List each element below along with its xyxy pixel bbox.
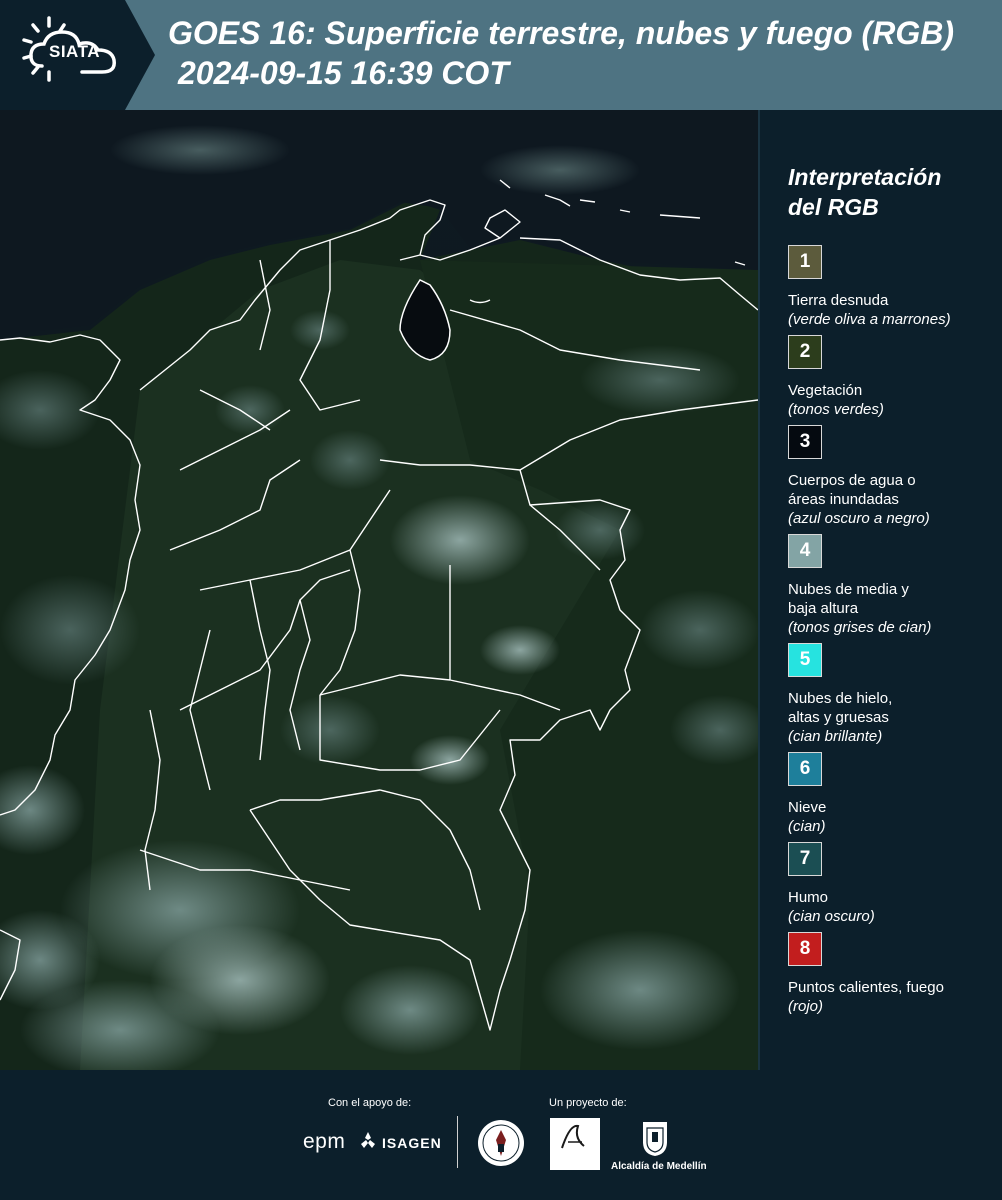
legend-item-label: Tierra desnuda <box>788 292 889 309</box>
legend-item-bare-soil: 1 Tierra desnuda (verde oliva a marrones… <box>788 245 998 329</box>
legend-swatch: 2 <box>788 335 822 369</box>
legend-item-sub: (cian brillante) <box>788 728 883 745</box>
legend-title-line2: del RGB <box>788 194 879 220</box>
legend-item-smoke: 7 Humo (cian oscuro) <box>788 842 998 926</box>
legend-swatch: 6 <box>788 752 822 786</box>
legend-item-sub: (azul oscuro a negro) <box>788 510 930 527</box>
legend-item-label: Nubes de media y <box>788 581 909 598</box>
legend-item-fire: 8 Puntos calientes, fuego (rojo) <box>788 932 998 1016</box>
legend-item-water: 3 Cuerpos de agua o áreas inundadas (azu… <box>788 425 998 528</box>
project-label: Un proyecto de: <box>549 1097 627 1109</box>
legend-item-label-2: áreas inundadas <box>788 491 899 508</box>
legend-item-label: Nieve <box>788 799 827 816</box>
area-metropolitana-logo <box>550 1118 600 1170</box>
legend-item-label: Puntos calientes, fuego <box>788 979 944 996</box>
legend-item-label: Nubes de hielo, <box>788 690 893 707</box>
page-datetime: 2024-09-15 16:39 COT <box>178 55 509 91</box>
legend-item-ice-clouds: 5 Nubes de hielo, altas y gruesas (cian … <box>788 643 998 746</box>
legend-title: Interpretación del RGB <box>788 162 988 222</box>
legend-item-sub: (verde oliva a marrones) <box>788 311 951 328</box>
isagen-icon <box>361 1132 375 1148</box>
legend-item-sub: (tonos grises de cian) <box>788 619 932 636</box>
legend-swatch: 5 <box>788 643 822 677</box>
legend-item-label: Humo <box>788 889 829 906</box>
legend-item-low-clouds: 4 Nubes de media y baja altura (tonos gr… <box>788 534 998 637</box>
legend-item-snow: 6 Nieve (cian) <box>788 752 998 836</box>
footer: Con el apoyo de: Un proyecto de: epm ISA… <box>0 1070 1002 1200</box>
logo-text: SIATA <box>49 42 100 61</box>
epm-logo: epm <box>303 1130 346 1153</box>
footer-divider <box>457 1116 458 1168</box>
legend-item-label: Cuerpos de agua o <box>788 472 916 489</box>
legend-item-sub: (cian oscuro) <box>788 908 875 925</box>
legend-item-label-2: altas y gruesas <box>788 709 889 726</box>
medellin-label: Alcaldía de Medellín <box>611 1161 707 1172</box>
header-banner: SIATA GOES 16: Superficie terrestre, nub… <box>0 0 1002 110</box>
legend-item-label: Vegetación <box>788 382 863 399</box>
legend-swatch: 1 <box>788 245 822 279</box>
legend-swatch: 4 <box>788 534 822 568</box>
medellin-shield-icon <box>643 1122 667 1156</box>
legend-title-line1: Interpretación <box>788 164 942 190</box>
satellite-map-image <box>0 110 758 1070</box>
legend-item-sub: (rojo) <box>788 998 824 1015</box>
satellite-map[interactable] <box>0 110 758 1070</box>
university-seal-icon <box>478 1120 524 1166</box>
legend-item-sub: (tonos verdes) <box>788 401 884 418</box>
isagen-logo: ISAGEN <box>382 1135 442 1151</box>
legend-swatch: 7 <box>788 842 822 876</box>
legend-item-sub: (cian) <box>788 818 826 835</box>
support-label: Con el apoyo de: <box>328 1097 412 1109</box>
legend-item-label-2: baja altura <box>788 600 859 617</box>
legend-swatch: 3 <box>788 425 822 459</box>
legend-swatch: 8 <box>788 932 822 966</box>
legend-item-vegetation: 2 Vegetación (tonos verdes) <box>788 335 998 419</box>
page-title: GOES 16: Superficie terrestre, nubes y f… <box>168 15 954 51</box>
siata-logo: SIATA <box>0 0 155 110</box>
legend-panel: Interpretación del RGB 1 Tierra desnuda … <box>760 110 1002 1070</box>
